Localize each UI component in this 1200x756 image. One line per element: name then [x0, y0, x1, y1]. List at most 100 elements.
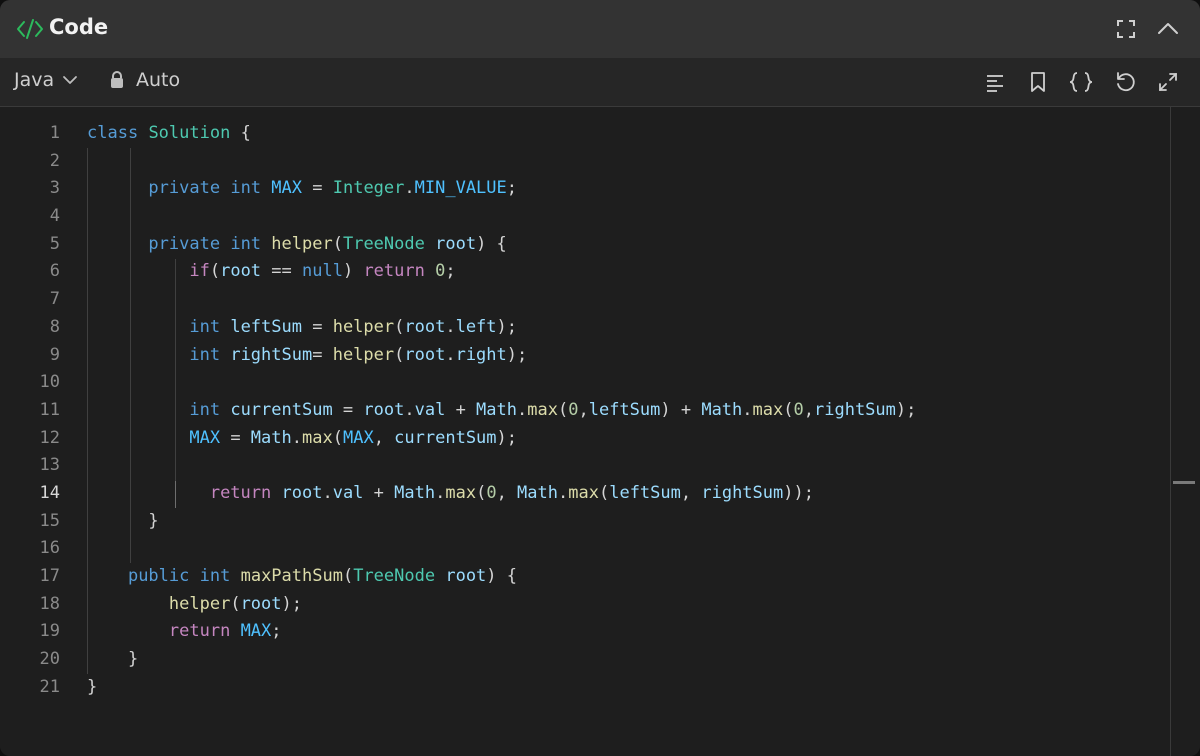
- code-token: (: [230, 593, 241, 614]
- code-token: );: [496, 427, 518, 448]
- code-token: }: [87, 649, 139, 670]
- code-token: =: [301, 316, 333, 337]
- code-token: );: [496, 316, 518, 337]
- line-number: 5: [49, 233, 60, 254]
- code-token: return: [363, 261, 425, 282]
- code-line[interactable]: [87, 369, 916, 397]
- code-token: helper: [271, 233, 333, 254]
- code-line[interactable]: MAX = Math.max(MAX, currentSum);: [87, 425, 916, 453]
- code-line[interactable]: public int maxPathSum(TreeNode root) {: [87, 563, 916, 591]
- code-line[interactable]: }: [87, 674, 916, 702]
- braces-button[interactable]: [1068, 69, 1094, 95]
- line-number: 3: [49, 178, 60, 199]
- code-line[interactable]: [87, 286, 916, 314]
- code-token: max: [302, 427, 333, 448]
- line-number: 20: [39, 649, 60, 670]
- panel-header: Code: [0, 0, 1200, 58]
- code-line[interactable]: private int helper(TreeNode root) {: [87, 231, 916, 259]
- code-token: Math: [250, 427, 292, 448]
- code-line[interactable]: }: [87, 646, 916, 674]
- bookmark-button[interactable]: [1025, 69, 1051, 95]
- fullscreen-button[interactable]: [1113, 15, 1139, 43]
- code-token: .: [291, 427, 302, 448]
- reset-button[interactable]: [1112, 69, 1138, 95]
- code-token: ,: [578, 399, 589, 420]
- language-label: Java: [14, 69, 55, 91]
- code-line[interactable]: if(root == null) return 0;: [87, 258, 916, 286]
- line-number: 21: [39, 676, 60, 697]
- code-token: (: [557, 399, 569, 420]
- code-token: MAX: [189, 427, 221, 448]
- code-token: (: [476, 482, 487, 503]
- code-token: right: [455, 344, 507, 365]
- code-line[interactable]: int currentSum = root.val + Math.max(0,l…: [87, 397, 916, 425]
- code-token: .: [322, 482, 333, 503]
- line-number: 6: [49, 261, 60, 282]
- code-line[interactable]: [87, 203, 916, 231]
- code-line[interactable]: helper(root);: [87, 591, 916, 619]
- line-number: 13: [39, 455, 60, 476]
- expand-button[interactable]: [1155, 69, 1181, 95]
- code-token: val: [332, 482, 364, 503]
- code-line[interactable]: int leftSum = helper(root.left);: [87, 314, 916, 342]
- code-token: int: [189, 344, 221, 365]
- code-token: (: [342, 566, 354, 586]
- code-token: ,: [496, 482, 518, 503]
- language-selector[interactable]: Java: [14, 69, 78, 91]
- code-token: TreeNode: [353, 566, 436, 586]
- code-line[interactable]: int rightSum= helper(root.right);: [87, 342, 916, 370]
- code-token: rightSum: [701, 482, 784, 503]
- code-token: );: [281, 593, 302, 614]
- code-editor[interactable]: 1 2 3 4 5 6 7 8 9 10 11 12 13 14 15 16 17 18 19 20 21 class …: [0, 107, 1200, 756]
- code-line[interactable]: }: [87, 508, 916, 536]
- code-token: helper: [332, 344, 395, 365]
- code-line[interactable]: [87, 452, 916, 480]
- code-token: return: [209, 482, 272, 503]
- code-token: 0: [793, 399, 804, 420]
- code-token: max: [568, 482, 599, 503]
- editor-toolbar: Java Auto: [0, 58, 1200, 107]
- code-token: .: [404, 399, 415, 420]
- code-token: (: [394, 344, 405, 365]
- code-token: 0: [486, 482, 497, 503]
- code-token: public: [127, 566, 190, 586]
- line-number: 10: [39, 372, 60, 393]
- scrollbar-cursor-marker: [1173, 481, 1195, 484]
- code-token: Integer: [332, 178, 405, 199]
- line-number-gutter: 1 2 3 4 5 6 7 8 9 10 11 12 13 14 15 16 17 18 19 20 21: [0, 120, 70, 701]
- code-line[interactable]: return root.val + Math.max(0, Math.max(l…: [87, 480, 916, 508]
- code-content[interactable]: class Solution { private int MAX = Integ…: [87, 120, 916, 701]
- code-token: }: [87, 676, 98, 697]
- code-line[interactable]: [87, 148, 916, 176]
- line-number: 7: [49, 289, 60, 310]
- code-line[interactable]: private int MAX = Integer.MIN_VALUE;: [87, 175, 916, 203]
- line-number: 4: [49, 206, 60, 227]
- code-token: helper: [168, 593, 231, 614]
- format-button[interactable]: [982, 69, 1008, 95]
- vertical-scrollbar[interactable]: [1170, 107, 1200, 756]
- code-token: if: [189, 261, 210, 282]
- fullscreen-icon: [1117, 20, 1135, 38]
- code-token: ): [342, 261, 364, 282]
- chevron-up-icon: [1158, 23, 1178, 34]
- code-token: currentSum: [394, 427, 497, 448]
- code-line[interactable]: [87, 535, 916, 563]
- code-line[interactable]: return MAX;: [87, 618, 916, 646]
- code-line[interactable]: class Solution {: [87, 120, 916, 148]
- panel-title: Code: [49, 15, 109, 39]
- code-token: );: [895, 399, 917, 420]
- code-token: max: [752, 399, 784, 420]
- collapse-button[interactable]: [1155, 15, 1181, 43]
- code-token: ) {: [476, 233, 507, 254]
